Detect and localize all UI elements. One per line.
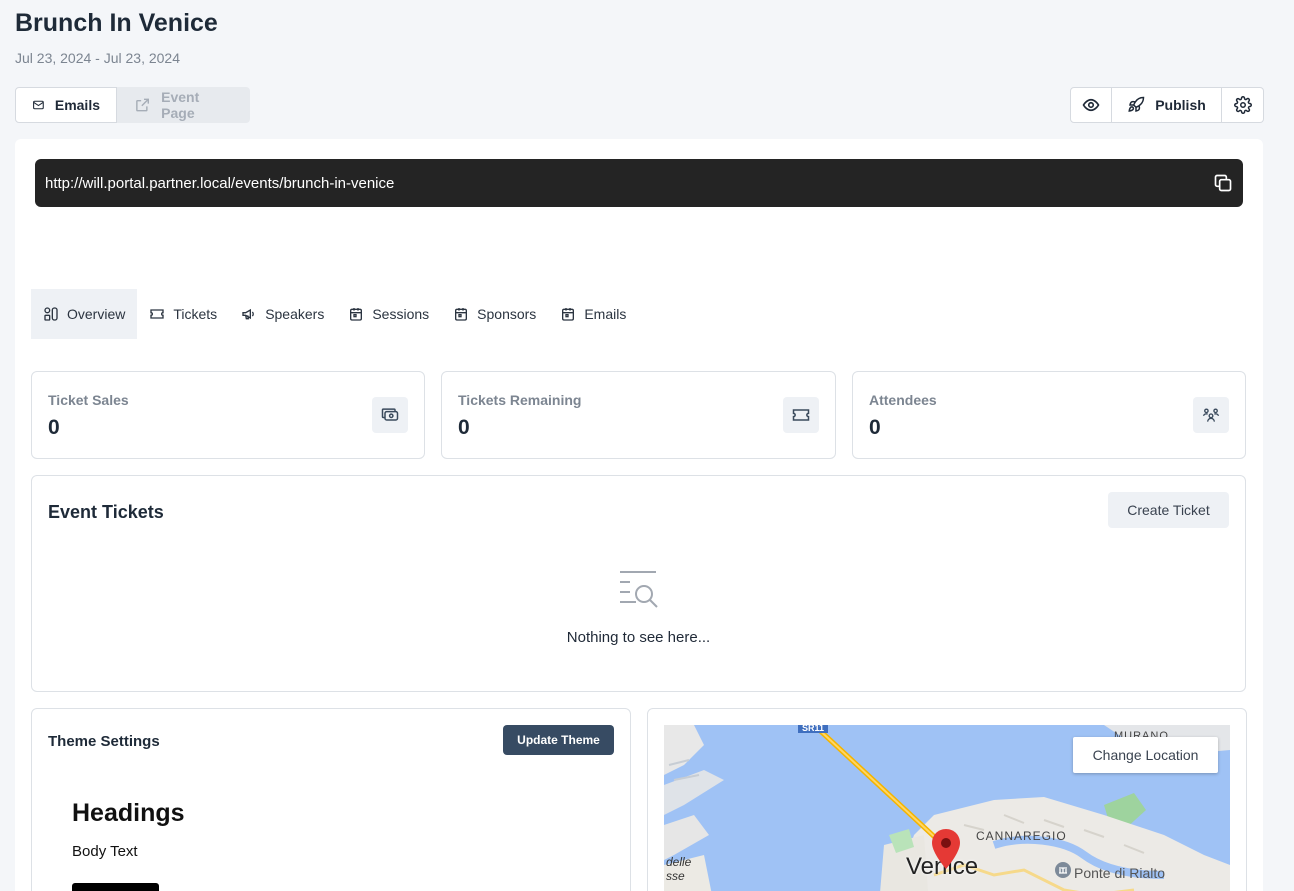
stat-label: Ticket Sales — [48, 392, 129, 408]
ticket-icon — [792, 409, 810, 421]
tab-speakers-label: Speakers — [265, 306, 325, 322]
tab-overview-label: Overview — [67, 306, 126, 322]
landmark-icon — [1055, 862, 1071, 878]
publish-button-label: Publish — [1155, 97, 1206, 113]
location-map[interactable]: SR11 MURANO CANNAREGIO Venice Ponte di R… — [664, 725, 1230, 891]
emails-button[interactable]: Emails — [15, 87, 117, 123]
stat-icon-box — [1193, 397, 1229, 433]
event-url-bar: http://will.portal.partner.local/events/… — [35, 159, 1243, 207]
event-tickets-card: Event Tickets Create Ticket Nothing to s… — [31, 475, 1246, 692]
eye-icon — [1082, 98, 1100, 112]
rocket-icon — [1128, 96, 1145, 112]
stat-icon-box — [783, 397, 819, 433]
megaphone-icon — [242, 308, 255, 320]
tab-sessions[interactable]: Sessions — [336, 289, 441, 339]
publish-button-group: Publish — [1070, 87, 1264, 123]
stat-card-ticket-sales: Ticket Sales 0 — [31, 371, 425, 459]
tab-emails-label: Emails — [584, 306, 627, 322]
calendar-icon — [455, 308, 468, 321]
event-url: http://will.portal.partner.local/events/… — [45, 174, 395, 192]
location-map-card: SR11 MURANO CANNAREGIO Venice Ponte di R… — [647, 708, 1247, 891]
map-district-label: CANNAREGIO — [976, 829, 1067, 843]
event-dates: Jul 23, 2024 - Jul 23, 2024 — [15, 50, 181, 66]
stat-value: 0 — [458, 416, 470, 439]
page-title: Brunch In Venice — [15, 9, 218, 37]
tab-sponsors-label: Sponsors — [477, 306, 537, 322]
map-partial-label: delle — [666, 855, 692, 869]
event-page-button[interactable]: Event Page — [117, 87, 250, 123]
body-text-sample: Body Text — [72, 843, 138, 860]
theme-settings-card: Theme Settings Update Theme Headings Bod… — [31, 708, 631, 891]
event-tabs: Overview Tickets Speakers Sessions Spons… — [31, 289, 638, 339]
stat-label: Attendees — [869, 392, 937, 408]
calendar-icon — [562, 308, 575, 321]
button-sample — [72, 883, 159, 891]
stat-card-tickets-remaining: Tickets Remaining 0 — [441, 371, 836, 459]
stat-value: 0 — [48, 416, 60, 439]
stat-value: 0 — [869, 416, 881, 439]
emails-button-label: Emails — [54, 97, 100, 113]
publish-button[interactable]: Publish — [1112, 87, 1222, 123]
tab-overview[interactable]: Overview — [31, 289, 138, 339]
gear-icon — [1233, 96, 1252, 114]
overview-icon — [44, 307, 58, 321]
preview-button[interactable] — [1070, 87, 1112, 123]
map-poi-label: Ponte di Rialto — [1074, 865, 1166, 881]
tab-speakers[interactable]: Speakers — [229, 289, 336, 339]
event-page-button-label: Event Page — [161, 89, 200, 121]
tab-sponsors[interactable]: Sponsors — [441, 289, 548, 339]
action-button-group: Emails Event Page — [15, 87, 250, 123]
headings-sample: Headings — [72, 799, 185, 827]
event-tickets-title: Event Tickets — [48, 502, 164, 522]
calendar-icon — [350, 308, 363, 321]
users-icon — [1202, 408, 1220, 422]
tab-tickets[interactable]: Tickets — [137, 289, 229, 339]
stat-label: Tickets Remaining — [458, 392, 582, 408]
update-theme-button[interactable]: Update Theme — [503, 725, 614, 755]
stat-icon-box — [372, 397, 408, 433]
mail-icon — [33, 100, 44, 110]
location-pin-icon[interactable] — [932, 829, 960, 869]
tab-tickets-label: Tickets — [173, 306, 218, 322]
ticket-icon — [150, 309, 165, 319]
settings-button[interactable] — [1222, 87, 1264, 123]
map-partial-label: sse — [666, 869, 685, 883]
change-location-button[interactable]: Change Location — [1073, 737, 1218, 773]
empty-state-text: Nothing to see here... — [566, 629, 711, 646]
create-ticket-button[interactable]: Create Ticket — [1108, 492, 1229, 528]
theme-settings-title: Theme Settings — [48, 733, 160, 750]
map-route-label: SR11 — [798, 725, 829, 733]
stat-card-attendees: Attendees 0 — [852, 371, 1246, 459]
copy-icon[interactable] — [1213, 173, 1233, 193]
cash-icon — [381, 408, 399, 421]
external-link-icon — [136, 98, 149, 112]
tab-emails[interactable]: Emails — [548, 289, 638, 339]
empty-search-icon — [620, 571, 658, 608]
tab-sessions-label: Sessions — [372, 306, 430, 322]
